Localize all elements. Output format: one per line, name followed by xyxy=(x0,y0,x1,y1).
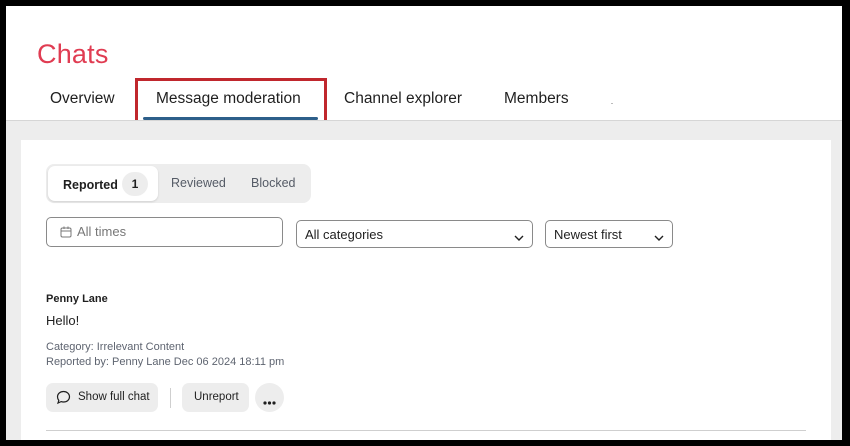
message-author: Penny Lane xyxy=(46,293,108,305)
tab-members[interactable]: Members xyxy=(504,90,569,108)
main-tabs: Overview Message moderation Channel expl… xyxy=(6,86,842,121)
unreport-button[interactable]: Unreport xyxy=(182,383,249,412)
decorative-dot xyxy=(611,103,613,104)
calendar-icon xyxy=(60,226,72,241)
segment-blocked[interactable]: Blocked xyxy=(251,176,295,190)
list-divider xyxy=(46,430,806,431)
category-select[interactable]: All categories xyxy=(296,220,533,248)
tab-channel-explorer[interactable]: Channel explorer xyxy=(344,90,462,108)
action-separator xyxy=(170,388,171,408)
report-category: Category: Irrelevant Content xyxy=(46,341,185,353)
status-segmented-control: Reported 1 Reviewed Blocked xyxy=(46,164,311,203)
segment-reported-label: Reported xyxy=(63,178,118,192)
show-full-chat-label: Show full chat xyxy=(78,391,150,403)
tab-overview[interactable]: Overview xyxy=(50,90,115,108)
chevron-down-icon xyxy=(514,230,524,245)
reported-count-badge: 1 xyxy=(122,172,148,196)
segment-reviewed[interactable]: Reviewed xyxy=(171,176,226,190)
segment-reported[interactable]: Reported 1 xyxy=(48,166,158,201)
show-full-chat-button[interactable]: Show full chat xyxy=(46,383,158,412)
chat-bubble-icon xyxy=(56,390,71,408)
report-reported-by: Reported by: Penny Lane Dec 06 2024 18:1… xyxy=(46,356,285,368)
message-text: Hello! xyxy=(46,313,80,328)
date-filter-placeholder: All times xyxy=(77,224,127,239)
date-filter-input[interactable]: All times xyxy=(46,217,283,247)
more-actions-button[interactable] xyxy=(255,383,284,412)
more-horizontal-icon xyxy=(263,396,276,408)
category-select-value: All categories xyxy=(305,227,384,242)
page-title: Chats xyxy=(37,39,109,69)
moderation-card: Reported 1 Reviewed Blocked All times Al… xyxy=(21,140,831,440)
chevron-down-icon xyxy=(654,230,664,245)
sort-select[interactable]: Newest first xyxy=(545,220,673,248)
app-window: Chats Overview Message moderation Channe… xyxy=(6,6,842,440)
sort-select-value: Newest first xyxy=(554,227,622,242)
unreport-label: Unreport xyxy=(194,391,239,403)
